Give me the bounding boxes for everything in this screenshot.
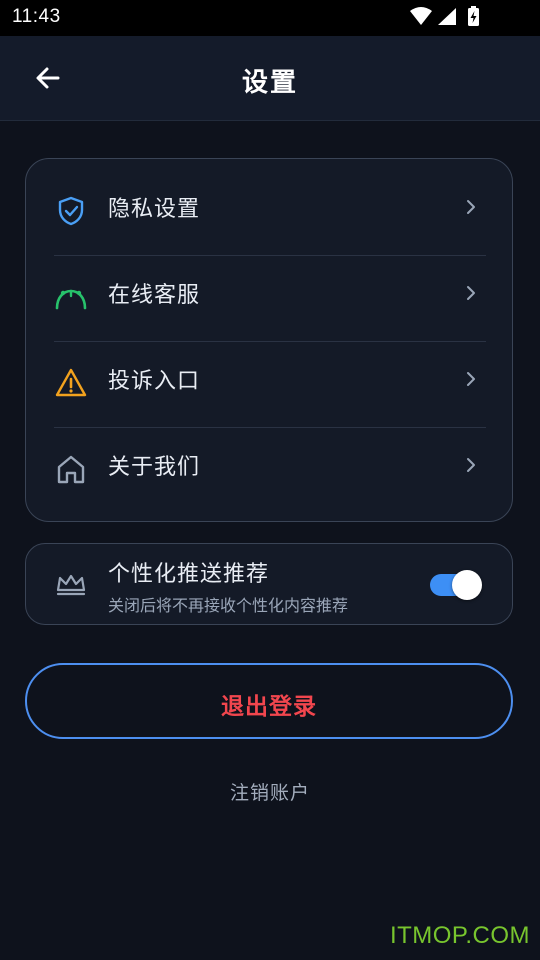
menu-item-label: 关于我们 — [108, 455, 201, 480]
cellular-signal-icon — [438, 8, 456, 25]
logout-button[interactable]: 退出登录 — [25, 663, 513, 739]
watermark-logo: ITMOP.COM — [389, 922, 530, 949]
menu-item-customer-service[interactable]: 在线客服 — [26, 255, 512, 341]
chevron-right-icon — [467, 372, 475, 386]
app-bar: 设置 — [0, 36, 540, 121]
settings-menu-card: 隐私设置 在线客服 投诉入口 关于我们 — [25, 158, 513, 522]
home-icon — [57, 455, 85, 484]
menu-item-complaint[interactable]: 投诉入口 — [26, 341, 512, 427]
status-time: 11:43 — [12, 6, 61, 27]
personalized-push-title: 个性化推送推荐 — [108, 562, 270, 587]
warning-triangle-icon — [55, 368, 87, 397]
crown-icon — [56, 574, 86, 596]
menu-item-label: 在线客服 — [108, 283, 201, 308]
menu-item-label: 隐私设置 — [108, 197, 201, 222]
personalized-push-card: 个性化推送推荐 关闭后将不再接收个性化内容推荐 — [25, 543, 513, 625]
cancel-account-link[interactable]: 注销账户 — [0, 778, 540, 805]
chevron-right-icon — [467, 458, 475, 472]
chevron-right-icon — [467, 286, 475, 300]
headset-icon — [55, 289, 87, 310]
chevron-right-icon — [467, 200, 475, 214]
shield-check-icon — [58, 196, 84, 226]
status-bar: 11:43 — [0, 0, 540, 36]
toggle-knob — [452, 570, 482, 600]
menu-item-label: 投诉入口 — [108, 369, 201, 394]
page-title: 设置 — [241, 68, 298, 98]
battery-charging-icon — [468, 6, 479, 26]
personalized-push-toggle[interactable] — [430, 570, 482, 600]
menu-item-about[interactable]: 关于我们 — [26, 427, 512, 513]
menu-item-privacy[interactable]: 隐私设置 — [26, 169, 512, 255]
wifi-icon — [410, 7, 432, 25]
status-icons — [410, 6, 500, 28]
logout-label: 退出登录 — [221, 694, 317, 720]
personalized-push-subtitle: 关闭后将不再接收个性化内容推荐 — [108, 596, 349, 615]
